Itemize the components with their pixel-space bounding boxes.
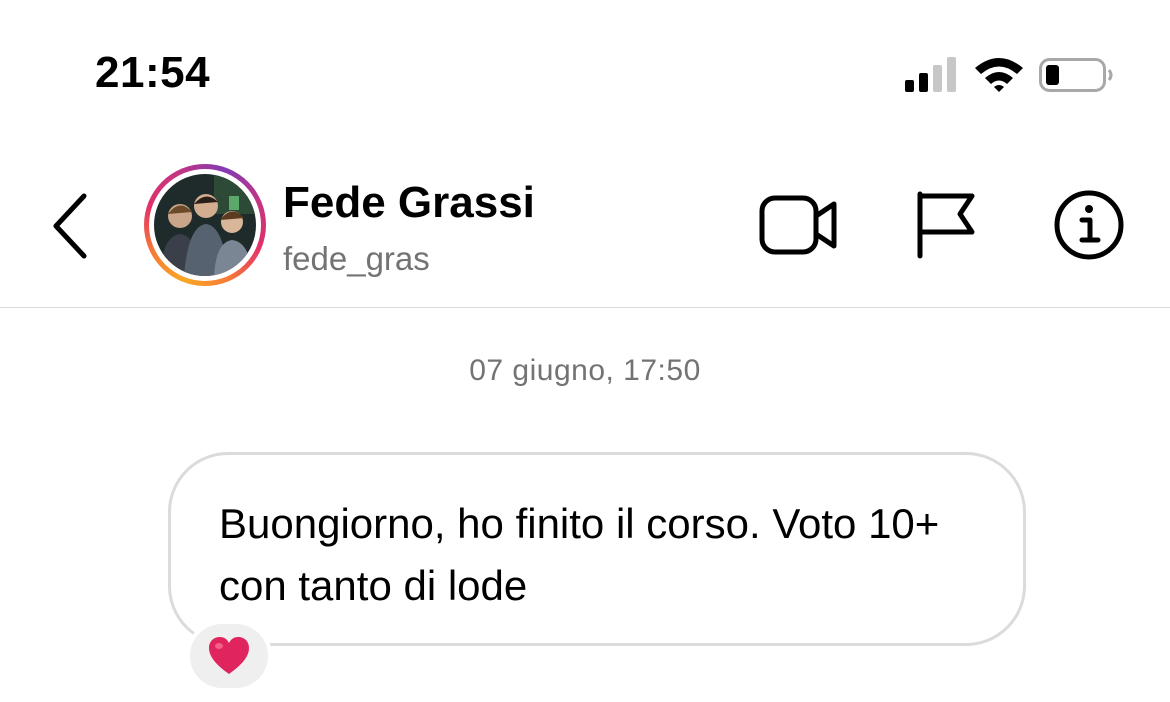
contact-username: fede_gras	[283, 240, 430, 277]
info-button[interactable]	[1052, 188, 1126, 262]
status-bar: 21:54	[0, 0, 1170, 130]
contact-name[interactable]: Fede Grassi	[283, 178, 535, 228]
message-bubble[interactable]: Buongiorno, ho finito il corso. Voto 10+…	[168, 452, 1026, 646]
video-call-icon	[759, 195, 837, 255]
info-icon	[1054, 190, 1124, 260]
battery-icon	[1039, 58, 1113, 92]
status-time: 21:54	[95, 48, 211, 97]
video-call-button[interactable]	[758, 192, 840, 258]
wifi-icon	[975, 58, 1023, 92]
chevron-left-icon	[53, 193, 87, 259]
avatar-photo	[154, 174, 256, 276]
message-reaction[interactable]	[186, 620, 272, 692]
avatar[interactable]	[144, 164, 266, 286]
cellular-signal-icon	[905, 57, 956, 92]
message-text: Buongiorno, ho finito il corso. Voto 10+…	[219, 500, 940, 609]
back-button[interactable]	[48, 190, 96, 262]
message-timestamp: 07 giugno, 17:50	[469, 354, 701, 387]
chat-header: Fede Grassi fede_gras	[0, 130, 1170, 308]
report-flag-button[interactable]	[912, 188, 978, 260]
heart-emoji-icon	[209, 637, 249, 674]
status-icons	[905, 57, 1113, 92]
flag-icon	[917, 191, 975, 259]
profile-photo-image	[154, 174, 256, 276]
avatar-ring-gap	[149, 169, 261, 281]
